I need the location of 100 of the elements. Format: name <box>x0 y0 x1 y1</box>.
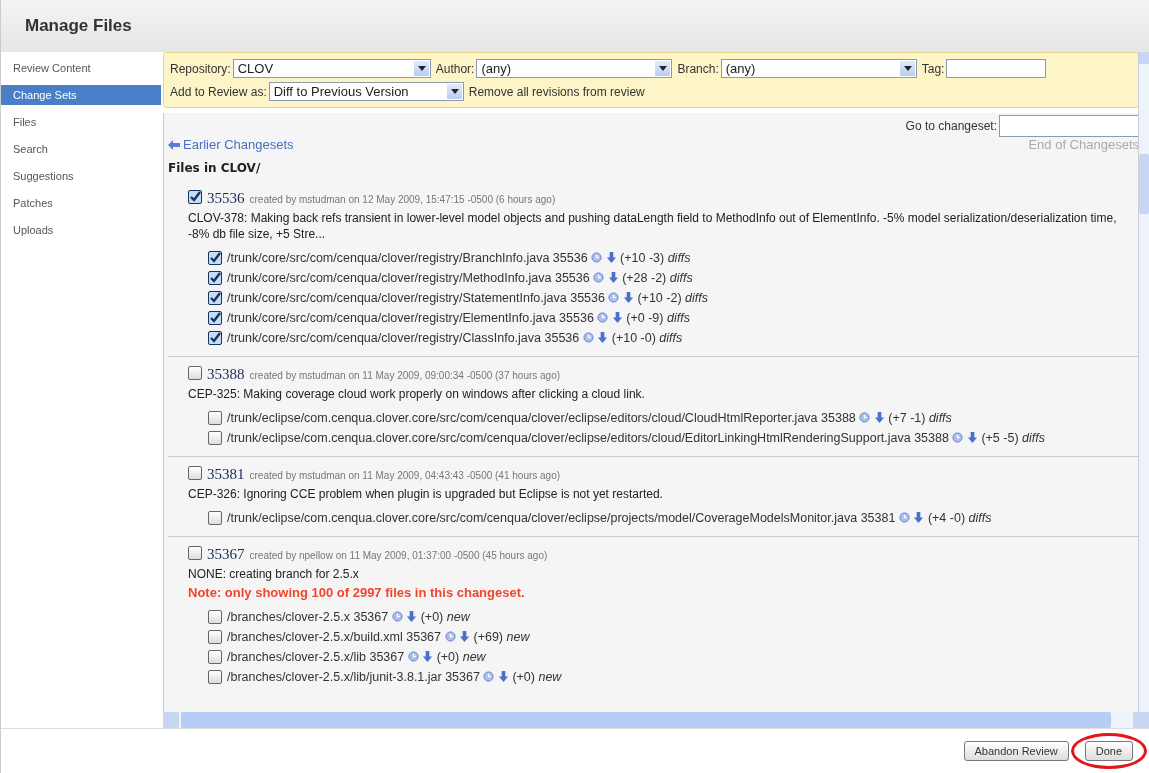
checkbox[interactable] <box>208 650 222 664</box>
changeset-field[interactable] <box>999 115 1139 137</box>
file-path: /trunk/eclipse/com.cenqua.clover.core/src/com/cenqua/clover/eclipse/projects/model/CoverageModelsMonitor.java <box>227 511 858 525</box>
changeset-meta: created by mstudman on 11 May 2009, 04:43:43 -0500 (41 hours ago) <box>249 470 561 481</box>
checkbox[interactable] <box>188 546 202 560</box>
clock-icon[interactable] <box>582 332 594 343</box>
sidebar-item[interactable]: Files <box>1 112 161 132</box>
download-arrow-icon[interactable] <box>422 651 434 662</box>
changeset-revision: 35381 <box>207 466 245 483</box>
file-changes: (+0) <box>420 610 444 624</box>
checkbox[interactable] <box>208 291 222 305</box>
file-path: /trunk/eclipse/com.cenqua.clover.core/src/com/cenqua/clover/eclipse/editors/cloud/EditorLinkingHtmlRenderingSupport.java <box>227 431 911 445</box>
clock-icon[interactable] <box>859 412 871 423</box>
changeset-meta: created by mstudman on 12 May 2009, 15:47:15 -0500 (6 hours ago) <box>249 194 556 205</box>
file-tag-link[interactable]: new <box>538 670 562 684</box>
changeset-meta: created by mstudman on 11 May 2009, 09:00:34 -0500 (37 hours ago) <box>249 370 561 381</box>
download-arrow-icon[interactable] <box>611 312 623 323</box>
checkbox[interactable] <box>208 251 222 265</box>
clock-icon[interactable] <box>444 631 456 642</box>
clock-icon[interactable] <box>483 671 495 682</box>
checkbox[interactable] <box>188 190 202 204</box>
left-arrow-icon <box>168 139 180 150</box>
clock-icon[interactable] <box>591 252 603 263</box>
add-as-select[interactable]: Diff to Previous Version <box>268 82 464 101</box>
download-arrow-icon[interactable] <box>497 671 509 682</box>
action-button[interactable]: Done <box>1084 741 1133 761</box>
earlier-changesets-link[interactable]: Earlier Changesets <box>168 137 294 152</box>
file-path: /trunk/core/src/com/cenqua/clover/registry/ClassInfo.java <box>227 331 541 345</box>
checkbox[interactable] <box>208 610 222 624</box>
checkbox[interactable] <box>208 311 222 325</box>
checkbox[interactable] <box>188 466 202 480</box>
checkbox[interactable] <box>208 331 222 345</box>
clock-icon[interactable] <box>898 512 910 523</box>
author-select[interactable]: (any) <box>476 59 673 78</box>
sidebar-item[interactable]: Review Content <box>1 58 161 78</box>
download-arrow-icon[interactable] <box>406 611 418 622</box>
download-arrow-icon[interactable] <box>605 252 617 263</box>
vertical-scrollbar[interactable] <box>1138 52 1149 712</box>
download-arrow-icon[interactable] <box>913 512 925 523</box>
file-tag-link[interactable]: new <box>462 650 486 664</box>
file-path: /trunk/core/src/com/cenqua/clover/registry/ElementInfo.java <box>227 311 556 325</box>
download-arrow-icon[interactable] <box>873 412 885 423</box>
file-tag-link[interactable]: diffs <box>968 511 992 525</box>
file-changes: (+69) <box>473 630 503 644</box>
sidebar-item[interactable]: Search <box>1 139 161 159</box>
clock-icon[interactable] <box>391 611 403 622</box>
file-tag-link[interactable]: diffs <box>666 311 690 325</box>
file-tag-link[interactable]: diffs <box>669 271 693 285</box>
clock-icon[interactable] <box>597 312 609 323</box>
tag-label: Tag: <box>921 61 945 76</box>
download-arrow-icon[interactable] <box>607 272 619 283</box>
checkbox[interactable] <box>208 431 222 445</box>
file-revision: 35536 <box>554 271 590 285</box>
changeset-description: NONE: creating branch for 2.5.x <box>188 566 360 582</box>
checkbox[interactable] <box>208 511 222 525</box>
remove-revisions-link[interactable]: Remove all revisions from review <box>468 84 645 99</box>
file-revision: 35536 <box>544 331 580 345</box>
checkbox[interactable] <box>208 271 222 285</box>
file-revision: 35367 <box>406 630 442 644</box>
file-tag-link[interactable]: diffs <box>1022 431 1045 445</box>
tag-field[interactable] <box>946 59 1047 78</box>
sidebar-item[interactable]: Patches <box>1 193 161 213</box>
file-tag-link[interactable]: new <box>446 610 470 624</box>
download-arrow-icon[interactable] <box>459 631 470 642</box>
repository-select[interactable]: CLOV <box>232 59 431 78</box>
file-tag-link[interactable]: diffs <box>659 331 683 345</box>
sidebar-item[interactable]: Change Sets <box>1 85 161 105</box>
clock-icon[interactable] <box>593 272 605 283</box>
file-path: /branches/clover-2.5.x <box>227 610 350 624</box>
file-changes: (+7 -1) <box>888 411 926 425</box>
file-path: /branches/clover-2.5.x/lib <box>227 650 366 664</box>
file-revision: 35367 <box>353 610 389 624</box>
clock-icon[interactable] <box>608 292 620 303</box>
checkbox[interactable] <box>208 411 222 425</box>
file-tag-link[interactable]: diffs <box>685 291 708 305</box>
download-arrow-icon[interactable] <box>622 292 634 303</box>
file-revision: 35536 <box>570 291 605 305</box>
clock-icon[interactable] <box>407 651 419 662</box>
branch-select[interactable]: (any) <box>720 59 917 78</box>
file-changes: (+4 -0) <box>927 511 966 525</box>
file-revision: 35388 <box>821 411 856 425</box>
file-tag-link[interactable]: new <box>506 630 530 644</box>
checkbox[interactable] <box>208 670 222 684</box>
action-button[interactable]: Abandon Review <box>963 741 1069 761</box>
checkbox[interactable] <box>188 366 202 380</box>
sidebar-item[interactable]: Suggestions <box>1 166 161 186</box>
sidebar-item[interactable]: Uploads <box>1 220 161 240</box>
download-arrow-icon[interactable] <box>966 432 978 443</box>
file-changes: (+10 -0) <box>611 331 656 345</box>
file-tag-link[interactable]: diffs <box>667 251 691 265</box>
add-as-label: Add to Review as: <box>170 84 267 99</box>
file-tag-link[interactable]: diffs <box>928 411 952 425</box>
file-revision: 35367 <box>445 670 480 684</box>
horizontal-scrollbar[interactable] <box>163 712 1149 728</box>
clock-icon[interactable] <box>952 432 964 443</box>
checkbox[interactable] <box>208 630 222 644</box>
download-arrow-icon[interactable] <box>597 332 609 343</box>
file-revision: 35381 <box>860 511 896 525</box>
file-changes: (+10 -3) <box>620 251 665 265</box>
repository-label: Repository: <box>170 61 231 76</box>
